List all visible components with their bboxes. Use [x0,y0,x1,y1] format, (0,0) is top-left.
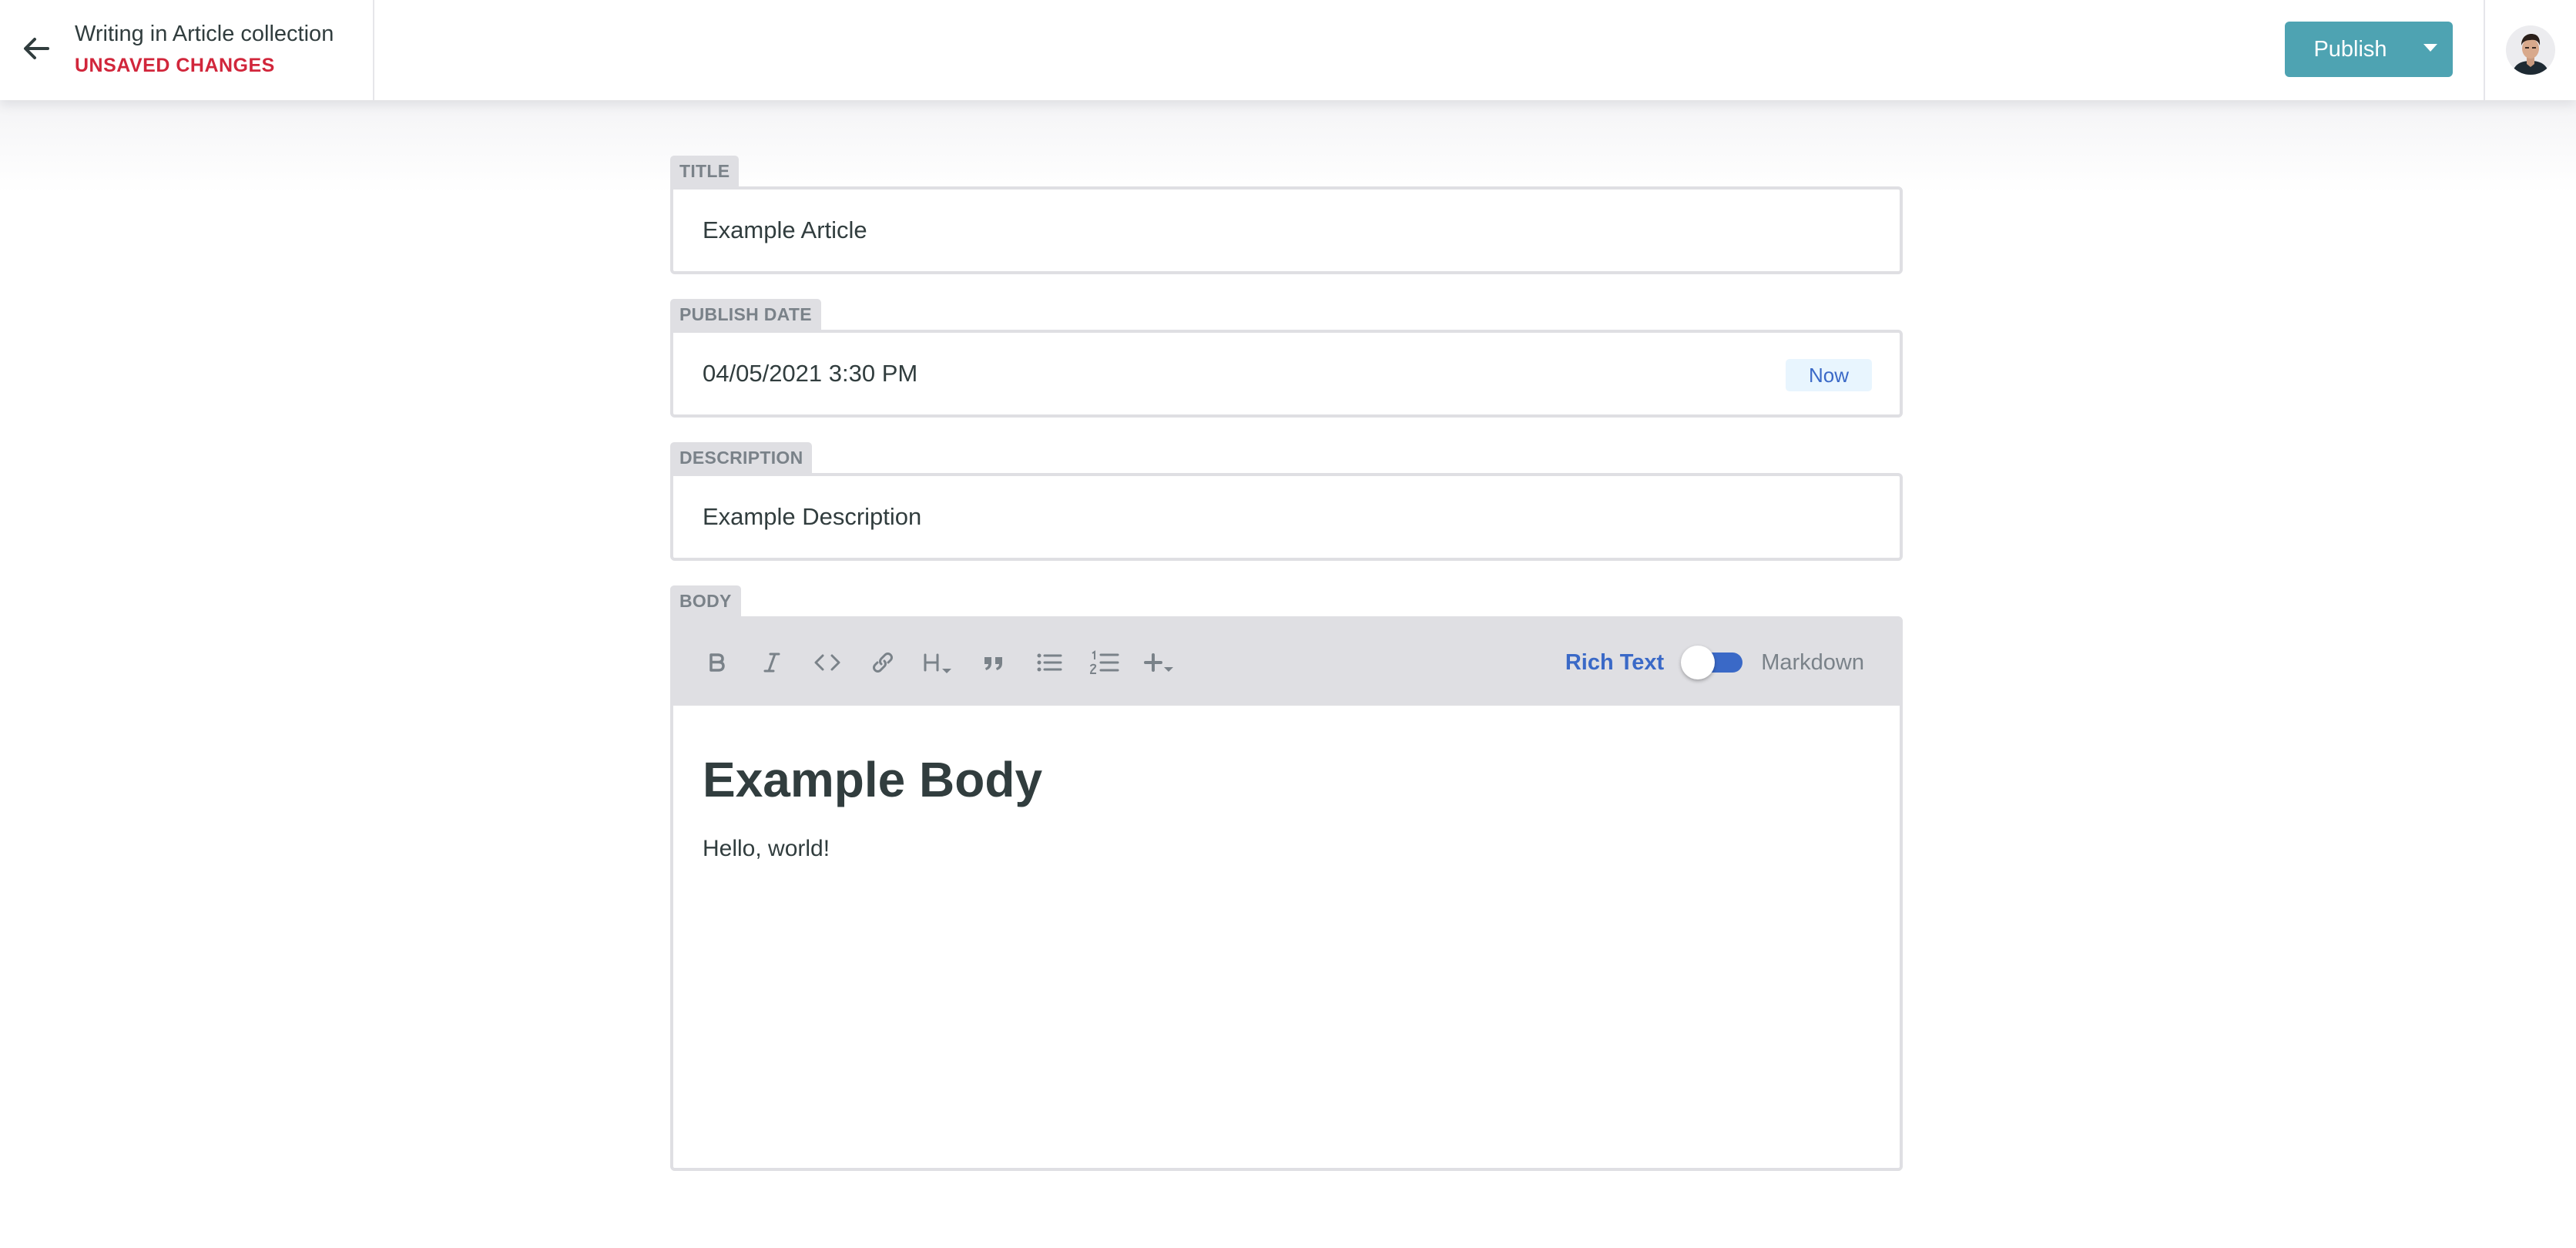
publish-date-value: 04/05/2021 3:30 PM [703,360,918,387]
italic-icon [760,651,783,674]
quote-icon [981,651,1006,674]
header-left-section: Writing in Article collection UNSAVED CH… [0,0,374,100]
quote-button[interactable] [972,641,1015,684]
mode-toggle-knob [1681,646,1716,679]
body-content[interactable]: Example Body Hello, world! [673,706,1900,1168]
description-field: DESCRIPTION Example Description [670,442,1903,561]
body-editor: Rich Text Markdown Example Body Hello, w… [670,616,1903,1171]
now-button[interactable]: Now [1785,359,1872,391]
code-icon [813,651,841,674]
app-header: Writing in Article collection UNSAVED CH… [0,0,2576,100]
publish-date-label: PUBLISH DATE [670,299,821,330]
body-paragraph: Hello, world! [703,835,830,861]
code-button[interactable] [806,641,849,684]
publish-button[interactable]: Publish [2285,22,2408,77]
bulleted-list-button[interactable] [1028,641,1071,684]
user-avatar[interactable] [2506,25,2555,75]
arrow-left-icon [23,37,49,64]
body-heading: Example Body [703,752,1043,807]
add-icon [1143,650,1177,675]
description-label: DESCRIPTION [670,442,813,473]
body-field: BODY Rich Text Markdown Example Body Hel… [670,585,1903,1171]
markdown-mode-label[interactable]: Markdown [1761,650,1864,676]
title-input[interactable]: Example Article [670,186,1903,274]
heading-icon [921,650,955,675]
rich-text-mode-label[interactable]: Rich Text [1565,650,1664,676]
publish-date-input[interactable]: 04/05/2021 3:30 PM Now [670,330,1903,418]
entry-editor: TITLE Example Article PUBLISH DATE 04/05… [670,156,1903,1196]
back-button[interactable] [14,28,59,72]
mode-toggle[interactable] [1681,646,1743,679]
heading-button[interactable] [917,641,960,684]
numbered-list-icon [1089,650,1120,675]
numbered-list-button[interactable] [1083,641,1126,684]
link-button[interactable] [861,641,904,684]
editor-toolbar: Rich Text Markdown [673,619,1900,706]
body-label: BODY [670,585,741,616]
editor-mode-switch: Rich Text Markdown [1565,619,1864,706]
collection-title: Writing in Article collection [75,22,334,46]
header-right-section [2484,0,2576,100]
publish-menu-button[interactable] [2408,22,2453,77]
unsaved-status: UNSAVED CHANGES [75,55,275,76]
caret-down-icon [2423,42,2438,56]
title-field: TITLE Example Article [670,156,1903,274]
publish-button-group: Publish [2285,22,2453,77]
bold-button[interactable] [695,641,738,684]
bulleted-list-icon [1035,651,1063,674]
bold-icon [705,651,728,674]
publish-date-field: PUBLISH DATE 04/05/2021 3:30 PM Now [670,299,1903,418]
description-input[interactable]: Example Description [670,473,1903,561]
add-block-button[interactable] [1139,641,1182,684]
link-icon [870,650,895,675]
italic-button[interactable] [750,641,793,684]
title-label: TITLE [670,156,740,186]
